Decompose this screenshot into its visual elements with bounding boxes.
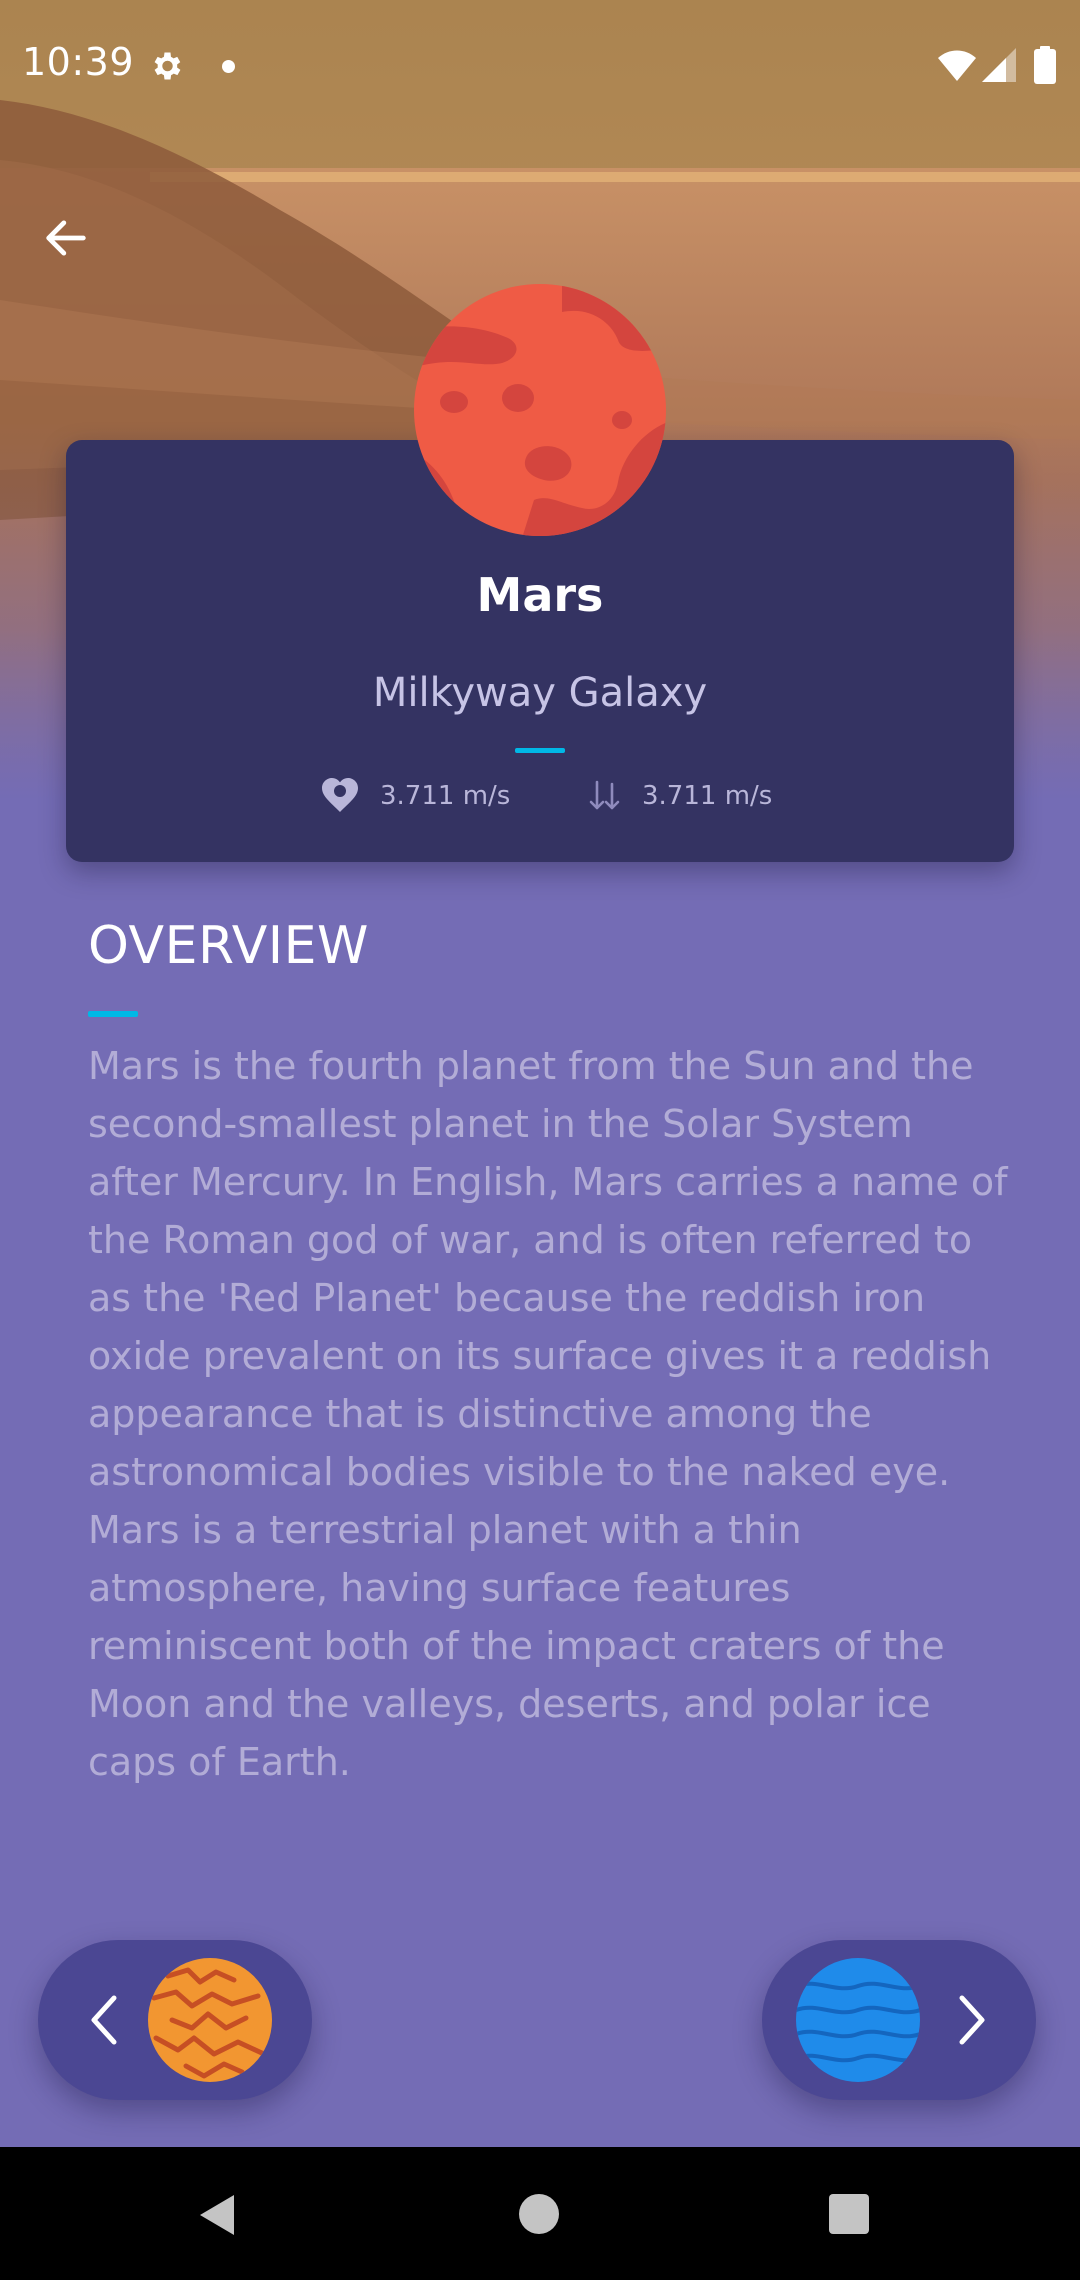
planet-detail-screen: 10:39 Mars Milkyway Galaxy 3.711 m/s 3.7… — [0, 0, 1080, 2280]
wifi-icon — [938, 50, 976, 86]
status-bar: 10:39 — [0, 0, 1080, 135]
velocity-stat: 3.711 m/s — [588, 776, 772, 816]
planet-galaxy: Milkyway Galaxy — [372, 670, 708, 716]
arrows-down-icon — [589, 780, 620, 810]
overview-accent-divider — [88, 1011, 138, 1017]
system-navigation-bar — [0, 2147, 1080, 2280]
overview-description: Mars is the fourth planet from the Sun a… — [88, 1044, 1008, 1784]
gravity-value: 3.711 m/s — [380, 781, 511, 811]
mars-planet-icon — [412, 282, 668, 538]
location-heart-icon — [322, 778, 358, 812]
next-planet-button[interactable] — [762, 1940, 1036, 2100]
status-time: 10:39 — [22, 40, 135, 84]
gravity-stat: 3.711 m/s — [320, 776, 510, 816]
system-back-icon[interactable] — [198, 2193, 238, 2237]
battery-icon — [1034, 46, 1056, 88]
card-accent-divider — [515, 748, 565, 753]
system-recents-icon[interactable] — [829, 2194, 869, 2234]
signal-icon — [982, 48, 1018, 88]
back-button[interactable] — [28, 200, 104, 276]
system-home-icon[interactable] — [519, 2194, 559, 2234]
jupiter-planet-icon — [148, 1958, 272, 2082]
neptune-planet-icon — [796, 1958, 920, 2082]
velocity-value: 3.711 m/s — [642, 781, 773, 811]
arrow-left-icon — [46, 220, 86, 256]
overview-heading: OVERVIEW — [88, 916, 369, 976]
chevron-right-icon — [959, 1995, 985, 2045]
notification-dot-icon — [222, 60, 235, 73]
previous-planet-button[interactable] — [38, 1940, 312, 2100]
chevron-left-icon — [91, 1995, 117, 2045]
settings-gear-icon — [148, 48, 184, 88]
planet-name: Mars — [476, 568, 604, 622]
